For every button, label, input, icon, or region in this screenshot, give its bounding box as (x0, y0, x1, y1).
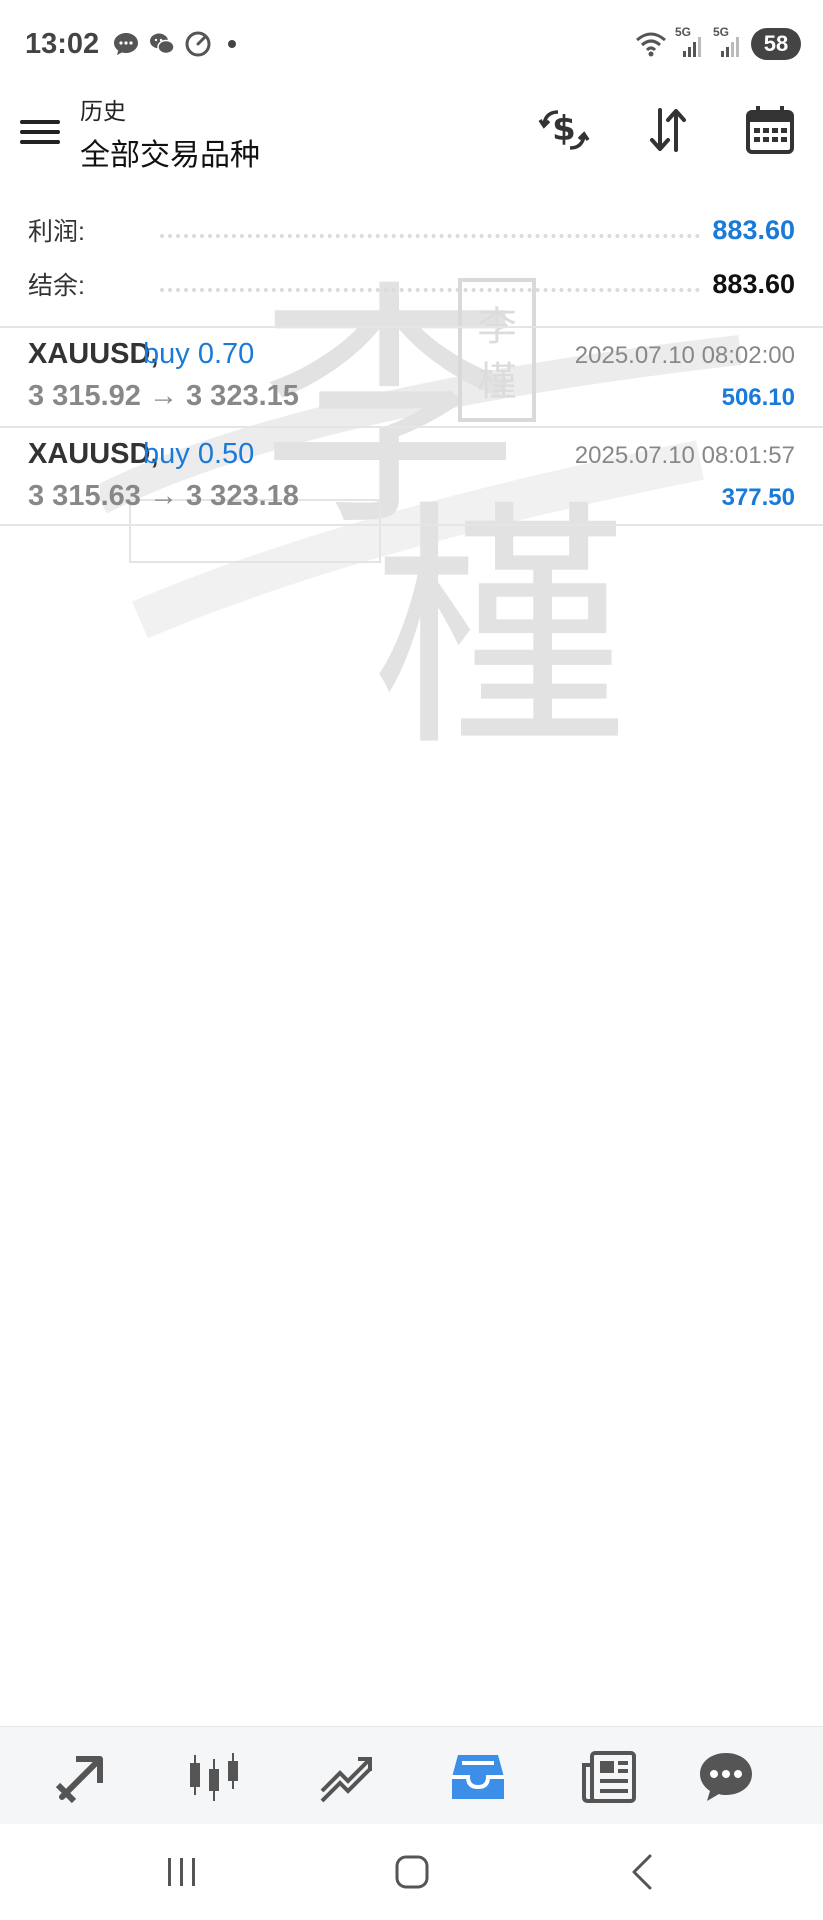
deal-row[interactable]: XAUUSD, buy 0.70 3 315.92 → 3 323.15 202… (0, 328, 823, 426)
deal-prices: 3 315.92 → 3 323.15 (28, 380, 299, 412)
home-icon[interactable] (392, 1852, 432, 1892)
bottom-nav (0, 1726, 823, 1825)
page-subtitle: 历史 (80, 98, 126, 124)
deal-time: 2025.07.10 08:01:57 (574, 442, 795, 469)
recents-icon[interactable] (162, 1852, 202, 1892)
deal-type: buy 0.50 (143, 438, 255, 470)
menu-button[interactable] (20, 114, 60, 154)
message-icon (114, 33, 138, 55)
profit-value: 883.60 (712, 214, 795, 245)
divider (0, 524, 823, 526)
trade-icon[interactable] (316, 1747, 376, 1807)
symbol-filter[interactable]: 全部交易品种 (80, 130, 260, 174)
history-icon[interactable] (448, 1747, 508, 1807)
signal-icon: 5G (713, 25, 743, 59)
battery-icon: 58 (751, 28, 801, 60)
profit-label: 利润: (28, 218, 85, 246)
quotes-icon[interactable] (52, 1747, 112, 1807)
calendar-icon[interactable] (742, 102, 798, 158)
deal-symbol: XAUUSD, (28, 338, 159, 370)
balance-label: 结余: (28, 272, 85, 300)
deal-time: 2025.07.10 08:02:00 (574, 342, 795, 369)
news-icon[interactable] (580, 1747, 640, 1807)
dollar-swap-icon[interactable]: $ (536, 102, 592, 158)
status-time: 13:02 (25, 28, 100, 60)
system-nav (0, 1824, 823, 1920)
signal-icon: 5G (675, 25, 705, 59)
wifi-icon (636, 32, 666, 57)
svg-text:$: $ (552, 109, 576, 149)
back-icon[interactable] (624, 1852, 664, 1892)
status-bar: 13:02 5G 5G 58 (0, 0, 823, 92)
deal-profit: 377.50 (721, 484, 795, 511)
deal-row[interactable]: XAUUSD, buy 0.50 3 315.63 → 3 323.18 202… (0, 428, 823, 526)
chart-icon[interactable] (184, 1747, 244, 1807)
wechat-icon (150, 33, 175, 55)
speed-icon (185, 31, 211, 57)
deal-symbol: XAUUSD, (28, 438, 159, 470)
deal-type: buy 0.70 (143, 338, 255, 370)
dot-icon (228, 40, 236, 48)
balance-row: 结余: 883.60 (28, 264, 795, 304)
deal-profit: 506.10 (721, 384, 795, 411)
deal-prices: 3 315.63 → 3 323.18 (28, 480, 299, 512)
balance-value: 883.60 (712, 268, 795, 299)
sort-icon[interactable] (640, 102, 696, 158)
app-bar: 历史 全部交易品种 $ (0, 92, 823, 182)
profit-row: 利润: 883.60 (28, 210, 795, 250)
chat-icon[interactable] (696, 1747, 756, 1807)
